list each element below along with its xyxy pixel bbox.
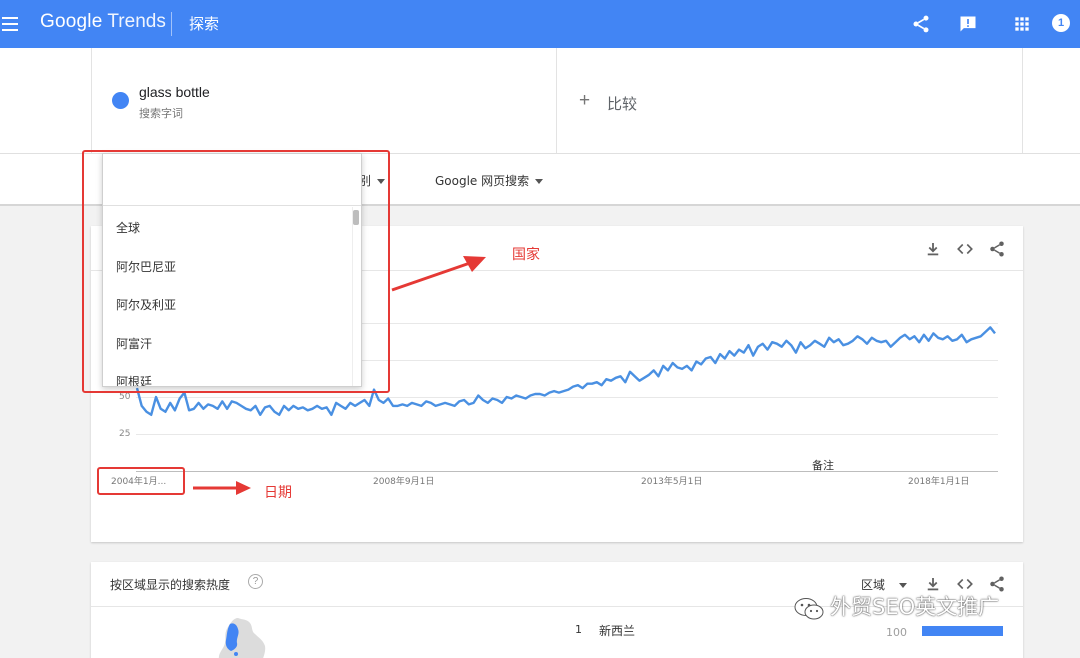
- explore-title: 探索: [189, 15, 220, 33]
- feedback-icon[interactable]: [958, 14, 978, 34]
- x-tick-label: 2013年5月1日: [641, 477, 703, 487]
- watermark-text: 外贸SEO英文推广: [830, 595, 1000, 619]
- wechat-icon: [794, 598, 824, 620]
- region-rank: 1: [575, 623, 582, 636]
- header-divider: [171, 12, 172, 36]
- top-app-bar: Google Trends 探索 1: [0, 0, 1080, 48]
- plus-icon: +: [579, 90, 591, 111]
- share-icon[interactable]: [911, 14, 931, 34]
- search-term-card[interactable]: glass bottle 搜索字词: [91, 48, 557, 153]
- help-icon[interactable]: ?: [248, 574, 263, 589]
- country-annotation-label: 国家: [512, 247, 540, 263]
- region-value-bar: [922, 626, 1003, 636]
- logo-trends-text: Trends: [107, 11, 166, 32]
- term-name[interactable]: glass bottle: [139, 84, 210, 100]
- term-color-dot: [112, 92, 129, 109]
- logo-google-text: Google: [40, 11, 103, 32]
- google-trends-logo[interactable]: Google Trends: [40, 11, 166, 33]
- region-value: 100: [886, 626, 907, 639]
- x-tick-label: 2008年9月1日: [373, 477, 435, 487]
- account-badge[interactable]: 1: [1052, 14, 1070, 32]
- x-tick-label: 2018年1月1日: [908, 477, 970, 487]
- chevron-down-icon: [899, 583, 908, 588]
- notes-label[interactable]: 备注: [812, 457, 834, 473]
- search-term-band: glass bottle 搜索字词 + 比较: [0, 48, 1080, 154]
- search-type-filter[interactable]: Google 网页搜索: [435, 172, 544, 189]
- compare-label: 比较: [607, 95, 638, 113]
- compare-card[interactable]: + 比较: [557, 48, 1023, 153]
- term-type: 搜索字词: [139, 107, 183, 120]
- country-highlight-box: [82, 150, 390, 393]
- chevron-down-icon: [535, 179, 544, 184]
- date-annotation-label: 日期: [264, 485, 292, 501]
- menu-icon[interactable]: [2, 17, 18, 31]
- date-highlight-box: [97, 467, 185, 495]
- region-granularity-label: 区域: [861, 578, 886, 592]
- apps-icon[interactable]: [1012, 14, 1032, 34]
- search-type-label: Google 网页搜索: [435, 174, 530, 188]
- region-section-title: 按区域显示的搜索热度: [110, 578, 231, 592]
- region-map[interactable]: [216, 616, 266, 658]
- region-name[interactable]: 新西兰: [599, 622, 635, 639]
